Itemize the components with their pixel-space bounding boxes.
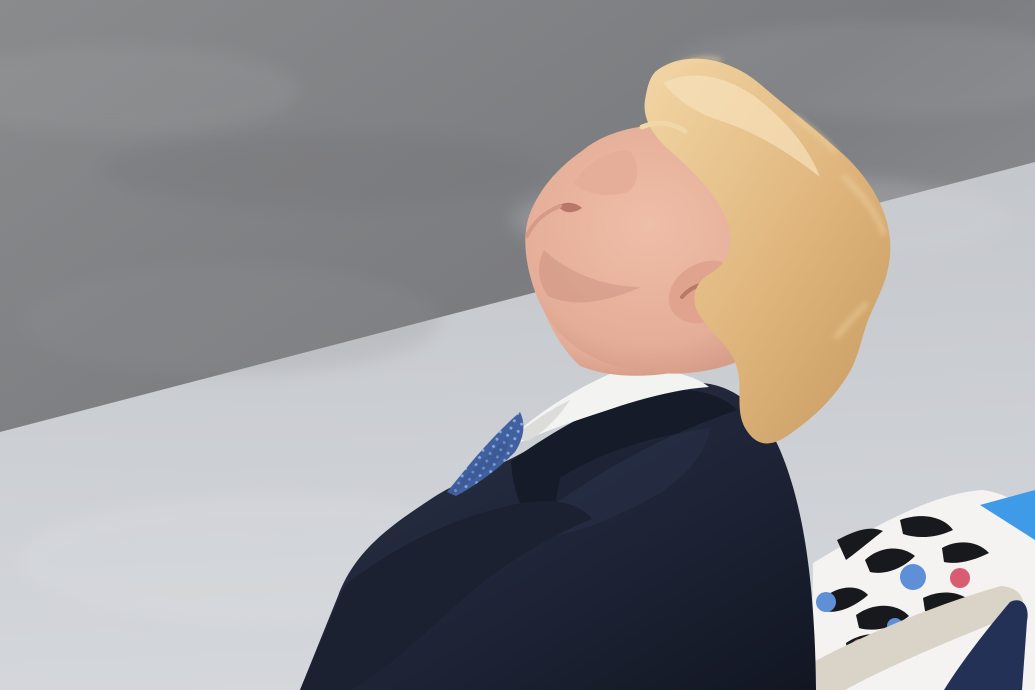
photo-frame [0, 0, 1035, 690]
photo-scene [0, 0, 1035, 690]
